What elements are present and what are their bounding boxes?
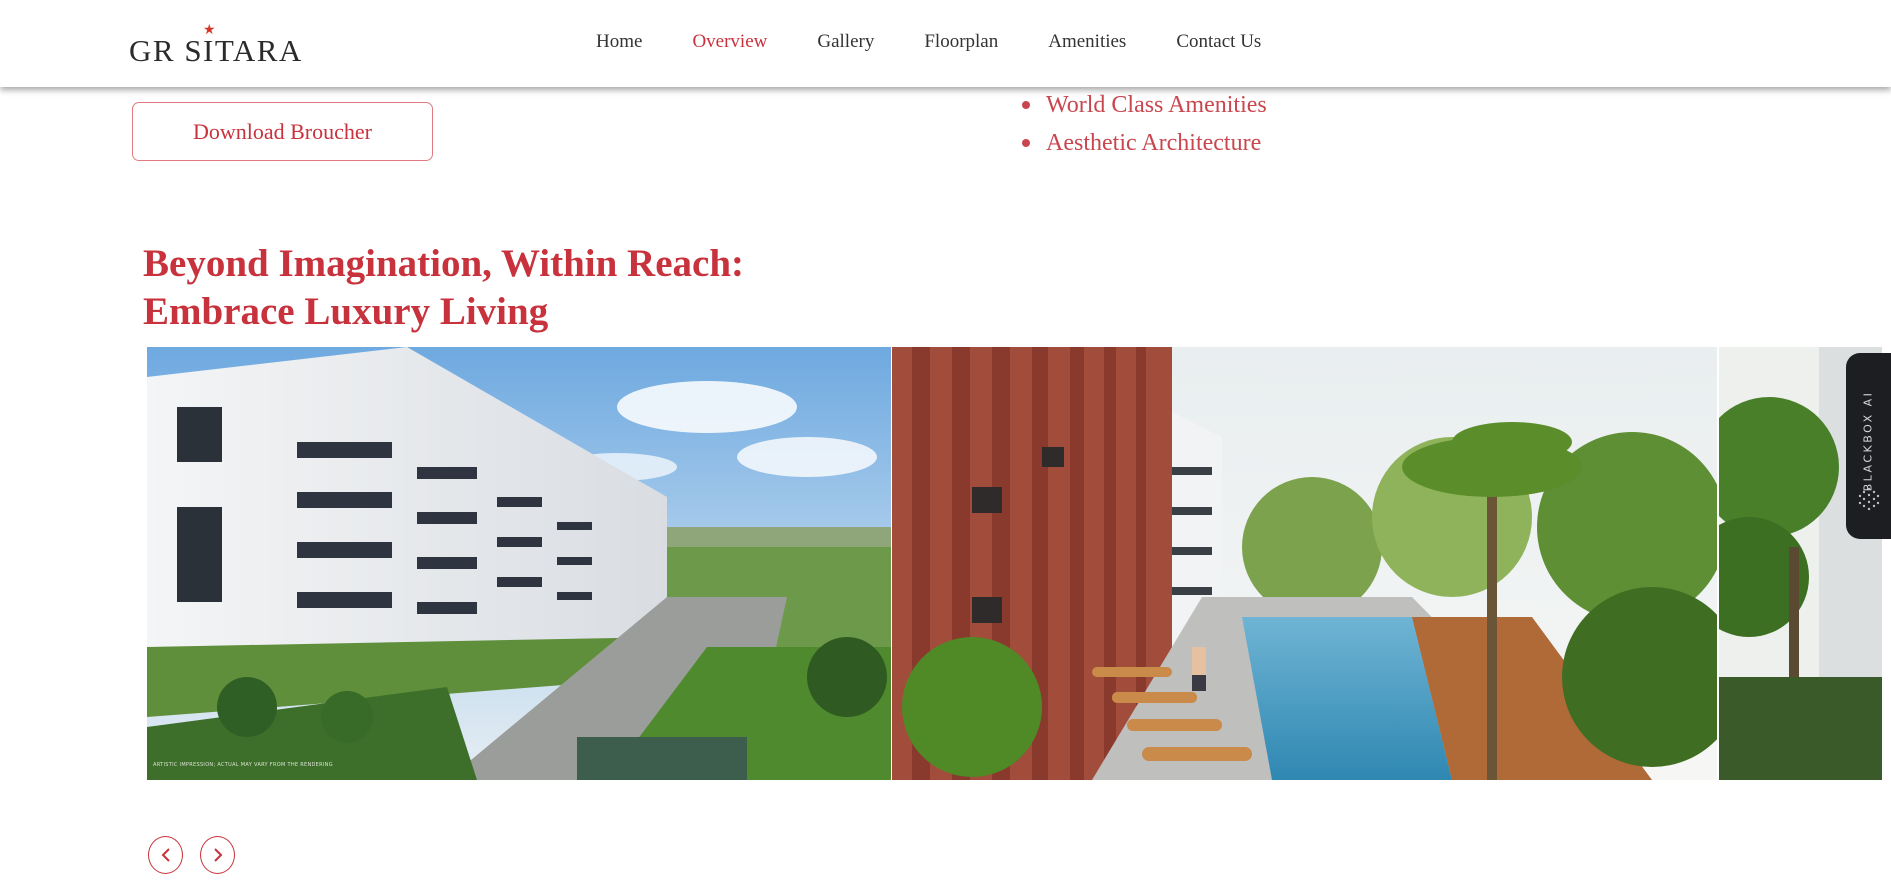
feature-label: Aesthetic Architecture bbox=[1046, 130, 1262, 156]
nav-gallery[interactable]: Gallery bbox=[817, 30, 874, 54]
blackbox-ai-label: BLACKBOX AI bbox=[1861, 390, 1875, 492]
logo-text: GR SITARA bbox=[129, 33, 303, 68]
download-brochure-button[interactable]: Download Broucher bbox=[132, 102, 433, 161]
feature-label: World Class Amenities bbox=[1046, 92, 1267, 118]
bullet-icon bbox=[1022, 101, 1030, 109]
bullet-icon bbox=[1022, 139, 1030, 147]
image-caption: ARTISTIC IMPRESSION; ACTUAL MAY VARY FRO… bbox=[153, 762, 333, 768]
nav-floorplan[interactable]: Floorplan bbox=[924, 30, 998, 54]
site-header: ★ GR SITARA Home Overview Gallery Floorp… bbox=[0, 0, 1891, 87]
gallery-image-apartments: ARTISTIC IMPRESSION; ACTUAL MAY VARY FRO… bbox=[147, 347, 891, 780]
chevron-left-icon bbox=[161, 848, 170, 862]
gallery-carousel[interactable]: ARTISTIC IMPRESSION; ACTUAL MAY VARY FRO… bbox=[147, 347, 1882, 780]
blackbox-logo-icon bbox=[1858, 487, 1880, 511]
logo[interactable]: ★ GR SITARA bbox=[129, 23, 303, 68]
carousel-next-button[interactable] bbox=[200, 836, 235, 874]
section-title: Beyond Imagination, Within Reach: Embrac… bbox=[143, 240, 843, 336]
carousel-prev-button[interactable] bbox=[148, 836, 183, 874]
section-title-line1: Beyond Imagination, Within Reach: bbox=[143, 242, 744, 285]
section-title-line2: Embrace Luxury Living bbox=[143, 290, 549, 333]
chevron-right-icon bbox=[213, 848, 222, 862]
blackbox-ai-tab[interactable]: BLACKBOX AI bbox=[1846, 353, 1891, 539]
nav-contact-us[interactable]: Contact Us bbox=[1176, 30, 1261, 54]
gallery-image-pool bbox=[892, 347, 1717, 780]
nav-home[interactable]: Home bbox=[596, 30, 642, 54]
feature-item: Aesthetic Architecture bbox=[1020, 124, 1267, 162]
main-nav: Home Overview Gallery Floorplan Amenitie… bbox=[596, 30, 1311, 54]
star-icon: ★ bbox=[203, 23, 216, 38]
nav-overview[interactable]: Overview bbox=[692, 30, 767, 54]
feature-item: World Class Amenities bbox=[1020, 86, 1267, 124]
feature-list: World Class Amenities Aesthetic Architec… bbox=[1020, 86, 1267, 162]
nav-amenities[interactable]: Amenities bbox=[1048, 30, 1126, 54]
